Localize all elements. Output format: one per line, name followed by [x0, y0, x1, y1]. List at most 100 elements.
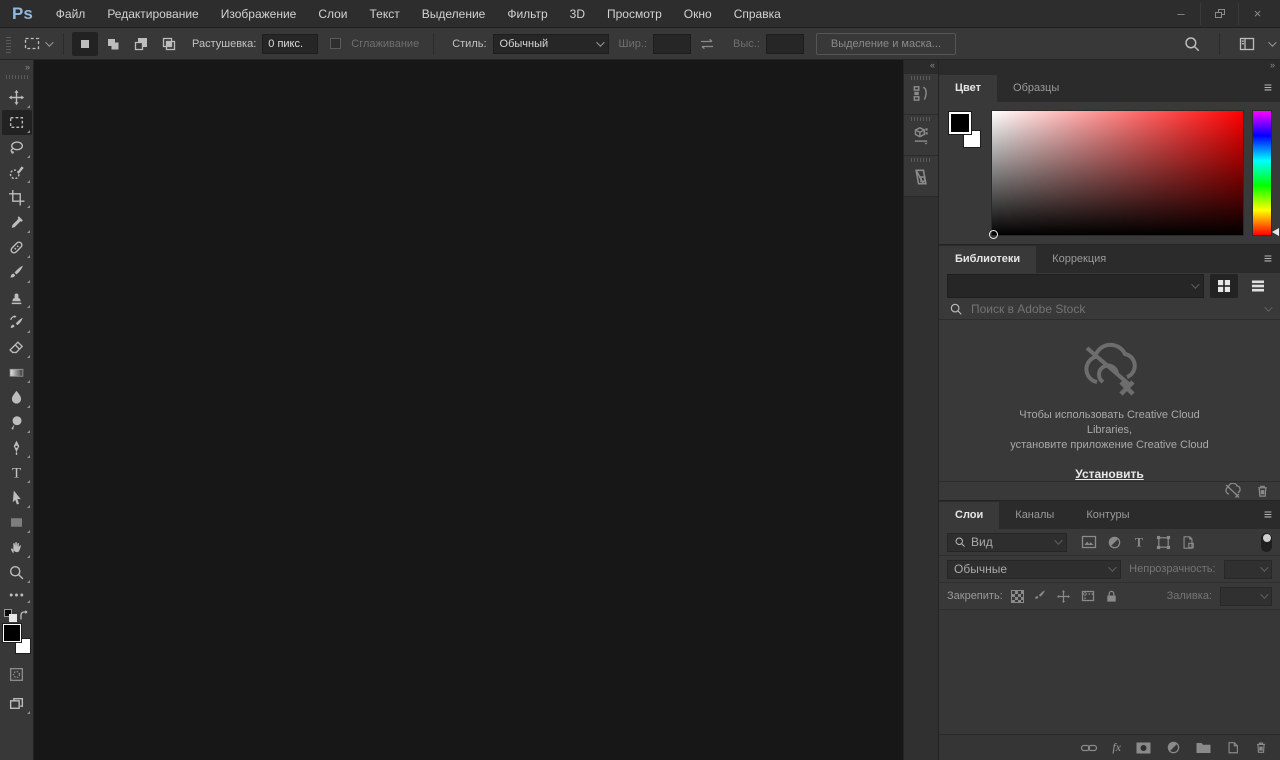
layer-filter-dropdown[interactable]: Вид [947, 533, 1067, 552]
rectangle-shape-tool[interactable] [2, 510, 32, 535]
filter-smart-objects-icon[interactable] [1181, 535, 1195, 550]
cc-sync-status-icon[interactable] [1223, 483, 1243, 499]
swap-colors-icon[interactable] [18, 610, 30, 622]
dodge-tool[interactable] [2, 410, 32, 435]
panel-menu-icon[interactable]: ≡ [1264, 251, 1272, 265]
menu-item-edit[interactable]: Редактирование [96, 0, 209, 28]
intersect-selection-button[interactable] [156, 32, 182, 56]
gradient-tool[interactable] [2, 360, 32, 385]
tab-swatches[interactable]: Образцы [997, 75, 1075, 102]
tab-adjustments[interactable]: Коррекция [1036, 246, 1122, 273]
subtract-from-selection-button[interactable] [128, 32, 154, 56]
type-tool[interactable]: T [2, 460, 32, 485]
path-selection-tool[interactable] [2, 485, 32, 510]
menu-item-help[interactable]: Справка [723, 0, 792, 28]
tool-preset-picker[interactable] [19, 34, 55, 54]
grid-view-button[interactable] [1210, 274, 1238, 298]
screen-mode-button[interactable] [2, 691, 32, 716]
delete-icon[interactable] [1255, 483, 1270, 499]
style-dropdown[interactable]: Обычный [493, 34, 609, 54]
install-link[interactable]: Установить [1075, 467, 1144, 481]
width-input[interactable] [653, 34, 691, 54]
dock-collapse-toggle[interactable]: » [939, 60, 1280, 74]
fill-dropdown[interactable] [1220, 587, 1272, 606]
stock-search-row[interactable] [939, 299, 1280, 320]
foreground-background-colors[interactable] [2, 624, 32, 654]
tab-channels[interactable]: Каналы [999, 502, 1070, 529]
filter-type-layers-icon[interactable]: T [1132, 535, 1146, 549]
antialias-checkbox[interactable] [330, 38, 341, 49]
menu-item-type[interactable]: Текст [359, 0, 411, 28]
lock-image-pixels-icon[interactable] [1033, 589, 1047, 603]
quick-mask-button[interactable] [2, 662, 32, 687]
minimize-button[interactable]: – [1162, 3, 1200, 25]
menu-item-file[interactable]: Файл [45, 0, 97, 28]
menu-item-filter[interactable]: Фильтр [496, 0, 558, 28]
hand-tool[interactable] [2, 535, 32, 560]
lock-artboard-icon[interactable] [1080, 589, 1096, 603]
lock-position-icon[interactable] [1056, 589, 1071, 604]
tab-layers[interactable]: Слои [939, 502, 999, 529]
edit-toolbar-button[interactable] [2, 585, 32, 605]
menu-item-select[interactable]: Выделение [411, 0, 497, 28]
new-selection-button[interactable] [72, 32, 98, 56]
pen-tool[interactable] [2, 435, 32, 460]
tab-paths[interactable]: Контуры [1070, 502, 1145, 529]
menu-item-window[interactable]: Окно [673, 0, 723, 28]
move-tool[interactable] [2, 85, 32, 110]
crop-tool[interactable] [2, 185, 32, 210]
layer-filtering-toggle[interactable] [1261, 533, 1272, 552]
library-select-dropdown[interactable] [947, 274, 1204, 298]
menu-item-view[interactable]: Просмотр [596, 0, 673, 28]
new-group-icon[interactable] [1195, 741, 1212, 755]
filter-pixel-layers-icon[interactable] [1081, 535, 1097, 549]
add-layer-mask-icon[interactable] [1135, 741, 1152, 755]
lock-all-icon[interactable] [1105, 589, 1118, 604]
new-adjustment-layer-icon[interactable] [1166, 740, 1181, 755]
tab-libraries[interactable]: Библиотеки [939, 246, 1036, 273]
dock-expand-toggle[interactable]: « [904, 60, 938, 74]
history-brush-tool[interactable] [2, 310, 32, 335]
quick-selection-tool[interactable] [2, 160, 32, 185]
clone-stamp-tool[interactable] [2, 285, 32, 310]
list-view-button[interactable] [1244, 274, 1272, 298]
tab-color[interactable]: Цвет [939, 75, 997, 102]
lasso-tool[interactable] [2, 135, 32, 160]
chevron-down-icon[interactable] [1268, 38, 1276, 46]
color-field-marker[interactable] [989, 230, 998, 239]
foreground-color-swatch[interactable] [949, 112, 971, 134]
blur-tool[interactable] [2, 385, 32, 410]
feather-input[interactable] [262, 34, 318, 54]
layers-list[interactable] [939, 610, 1280, 734]
restore-button[interactable] [1200, 3, 1238, 25]
search-icon[interactable] [1183, 35, 1201, 53]
menu-item-layers[interactable]: Слои [307, 0, 358, 28]
options-grip[interactable] [6, 35, 11, 53]
workspace-switcher-icon[interactable] [1238, 36, 1258, 52]
properties-panel-button[interactable] [904, 115, 938, 156]
close-button[interactable]: × [1238, 3, 1276, 25]
eyedropper-tool[interactable] [2, 210, 32, 235]
tools-grip[interactable] [6, 75, 28, 79]
menu-item-3d[interactable]: 3D [559, 0, 596, 28]
saturation-brightness-field[interactable] [991, 110, 1244, 236]
panel-menu-icon[interactable]: ≡ [1264, 507, 1272, 521]
info-panel-button[interactable] [904, 156, 938, 197]
hue-slider[interactable] [1252, 110, 1272, 236]
default-colors-icon[interactable] [4, 609, 17, 622]
opacity-dropdown[interactable] [1224, 560, 1272, 579]
filter-shape-layers-icon[interactable] [1156, 535, 1171, 550]
add-to-selection-button[interactable] [100, 32, 126, 56]
history-panel-button[interactable] [904, 74, 938, 115]
filter-adjustment-layers-icon[interactable] [1107, 535, 1122, 550]
color-swatches-widget[interactable] [947, 110, 983, 236]
menu-item-image[interactable]: Изображение [210, 0, 308, 28]
new-layer-icon[interactable] [1226, 740, 1240, 755]
tools-collapse-toggle[interactable]: » [0, 60, 33, 72]
foreground-color-swatch[interactable] [3, 624, 21, 642]
spot-healing-brush-tool[interactable] [2, 235, 32, 260]
stock-search-input[interactable] [971, 302, 1256, 316]
rectangular-marquee-tool[interactable] [2, 110, 32, 135]
delete-layer-icon[interactable] [1254, 740, 1268, 755]
link-layers-icon[interactable] [1080, 741, 1098, 755]
